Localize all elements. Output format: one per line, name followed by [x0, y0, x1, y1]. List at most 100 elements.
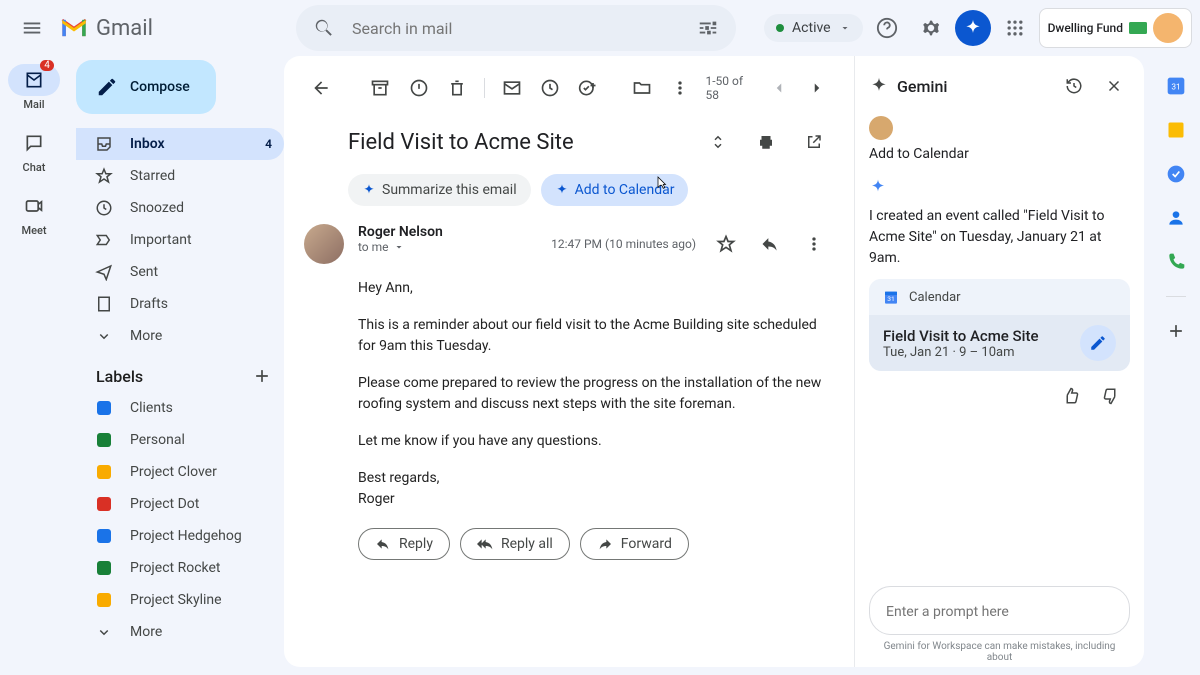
label-project-hedgehog[interactable]: Project Hedgehog — [76, 520, 284, 552]
nav-sent[interactable]: Sent — [76, 256, 284, 288]
timestamp: 12:47 PM (10 minutes ago) — [551, 237, 696, 251]
rail-mail[interactable]: 4 Mail — [8, 64, 60, 111]
keep-icon — [1166, 120, 1186, 140]
edit-event-button[interactable] — [1080, 325, 1116, 361]
add-calendar-chip[interactable]: Add to Calendar — [541, 174, 689, 206]
gmail-logo-icon — [60, 17, 88, 39]
sender-avatar[interactable] — [304, 224, 344, 264]
gemini-response: I created an event called "Field Visit t… — [869, 206, 1130, 269]
settings-button[interactable] — [911, 8, 951, 48]
page-info: 1-50 of 58 — [705, 74, 751, 102]
addon-keep[interactable] — [1166, 120, 1186, 140]
add-task-button[interactable] — [571, 68, 605, 108]
summarize-chip[interactable]: Summarize this email — [348, 174, 531, 206]
label-project-skyline[interactable]: Project Skyline — [76, 584, 284, 616]
inbox-icon — [94, 135, 114, 153]
label-project-clover[interactable]: Project Clover — [76, 456, 284, 488]
close-gemini-button[interactable] — [1098, 70, 1130, 102]
user-avatar[interactable] — [1153, 13, 1183, 43]
apps-button[interactable] — [995, 8, 1035, 48]
addon-tasks[interactable] — [1166, 164, 1186, 184]
back-button[interactable] — [304, 68, 338, 108]
forward-button[interactable]: Forward — [580, 528, 689, 560]
more-actions-button[interactable] — [663, 68, 697, 108]
compose-button[interactable]: Compose — [76, 60, 216, 114]
star-button[interactable] — [706, 224, 746, 264]
chevron-left-icon — [770, 79, 788, 97]
print-button[interactable] — [746, 122, 786, 162]
mail-badge: 4 — [40, 60, 54, 71]
label-clients[interactable]: Clients — [76, 392, 284, 424]
addon-calendar[interactable]: 31 — [1166, 76, 1186, 96]
search-button[interactable] — [304, 8, 344, 48]
calendar-card[interactable]: 31 Calendar Field Visit to Acme Site Tue… — [869, 279, 1130, 371]
recipient-line[interactable]: to me — [358, 240, 537, 254]
delete-button[interactable] — [440, 68, 474, 108]
next-page-button[interactable] — [800, 68, 834, 108]
gemini-button[interactable] — [955, 10, 991, 46]
nav-drafts[interactable]: Drafts — [76, 288, 284, 320]
reply-all-icon — [477, 536, 493, 552]
gemini-title: Gemini — [897, 77, 1050, 96]
label-personal[interactable]: Personal — [76, 424, 284, 456]
label-project-rocket[interactable]: Project Rocket — [76, 552, 284, 584]
apps-grid-icon — [1005, 18, 1025, 38]
msg-more-button[interactable] — [794, 224, 834, 264]
mark-unread-button[interactable] — [495, 68, 529, 108]
nav-snoozed[interactable]: Snoozed — [76, 192, 284, 224]
spam-button[interactable] — [401, 68, 435, 108]
calendar-icon: 31 — [883, 289, 899, 305]
snoozed-icon — [94, 199, 114, 217]
gemini-input[interactable] — [886, 604, 1113, 620]
prev-page-button[interactable] — [762, 68, 796, 108]
nav-more[interactable]: More — [76, 320, 284, 352]
org-name: Dwelling Fund — [1048, 22, 1123, 34]
forward-icon — [597, 536, 613, 552]
addon-add[interactable] — [1166, 321, 1186, 341]
contacts-icon — [1166, 208, 1186, 228]
addon-contacts[interactable] — [1166, 208, 1186, 228]
archive-button[interactable] — [363, 68, 397, 108]
snooze-button[interactable] — [533, 68, 567, 108]
status-chip[interactable]: Active — [764, 14, 863, 42]
gemini-input-container[interactable] — [869, 586, 1130, 635]
popout-button[interactable] — [794, 122, 834, 162]
plus-icon — [1166, 321, 1186, 341]
history-button[interactable] — [1058, 70, 1090, 102]
org-chip[interactable]: Dwelling Fund — [1039, 8, 1192, 48]
search-input[interactable] — [344, 19, 688, 38]
addon-voice[interactable] — [1166, 252, 1186, 272]
label-more[interactable]: More — [76, 616, 284, 648]
important-icon — [94, 231, 114, 249]
thumbs-up-button[interactable] — [1056, 381, 1086, 411]
search-bar[interactable] — [296, 5, 736, 51]
mail-icon — [502, 78, 522, 98]
reply-all-button[interactable]: Reply all — [460, 528, 570, 560]
label-color-icon — [97, 561, 111, 575]
reply-button[interactable]: Reply — [358, 528, 450, 560]
move-button[interactable] — [625, 68, 659, 108]
label-color-icon — [97, 497, 111, 511]
clock-icon — [540, 78, 560, 98]
nav-starred[interactable]: Starred — [76, 160, 284, 192]
report-icon — [409, 78, 429, 98]
support-button[interactable] — [867, 8, 907, 48]
chevron-right-icon — [808, 79, 826, 97]
nav-important[interactable]: Important — [76, 224, 284, 256]
search-options-button[interactable] — [688, 8, 728, 48]
main-menu-button[interactable] — [12, 8, 52, 48]
rail-meet[interactable]: Meet — [8, 190, 60, 237]
history-icon — [1065, 77, 1083, 95]
plus-icon[interactable] — [252, 366, 272, 386]
gemini-user-avatar — [869, 116, 893, 140]
label-project-dot[interactable]: Project Dot — [76, 488, 284, 520]
reply-icon-button[interactable] — [750, 224, 790, 264]
reply-icon — [375, 536, 391, 552]
nav-inbox[interactable]: Inbox4 — [76, 128, 284, 160]
expand-button[interactable] — [698, 122, 738, 162]
thumbs-down-button[interactable] — [1096, 381, 1126, 411]
chevron-down-icon — [839, 22, 851, 34]
close-icon — [1105, 77, 1123, 95]
rail-chat[interactable]: Chat — [8, 127, 60, 174]
gear-icon — [920, 17, 942, 39]
